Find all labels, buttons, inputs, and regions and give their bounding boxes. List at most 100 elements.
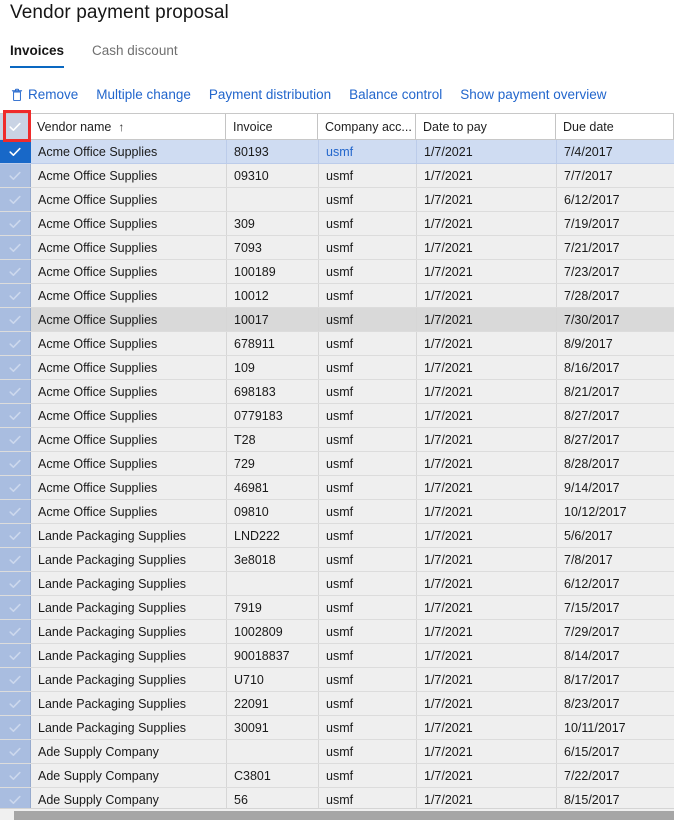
table-row[interactable]: Acme Office Supplies 7093 usmf 1/7/2021 7/21… xyxy=(0,236,674,260)
cell-due_date[interactable]: 8/14/2017 xyxy=(557,644,674,667)
cell-date_to_pay[interactable]: 1/7/2021 xyxy=(417,740,557,763)
cell-due_date[interactable]: 8/21/2017 xyxy=(557,380,674,403)
row-checkbox[interactable] xyxy=(0,692,31,715)
column-header-company_account[interactable]: Company acc... xyxy=(318,114,416,139)
row-checkbox[interactable] xyxy=(0,140,31,163)
table-row[interactable]: Lande Packaging Supplies 3e8018 usmf 1/7/20… xyxy=(0,548,674,572)
cell-due_date[interactable]: 5/6/2017 xyxy=(557,524,674,547)
cell-invoice[interactable]: 698183 xyxy=(227,380,319,403)
row-checkbox[interactable] xyxy=(0,764,31,787)
cell-vendor_name[interactable]: Lande Packaging Supplies xyxy=(31,572,227,595)
cell-date_to_pay[interactable]: 1/7/2021 xyxy=(417,692,557,715)
cell-due_date[interactable]: 6/15/2017 xyxy=(557,740,674,763)
cell-vendor_name[interactable]: Acme Office Supplies xyxy=(31,164,227,187)
cell-company_account[interactable]: usmf xyxy=(319,716,417,739)
cell-due_date[interactable]: 7/15/2017 xyxy=(557,596,674,619)
cell-due_date[interactable]: 7/23/2017 xyxy=(557,260,674,283)
command-balance-control[interactable]: Balance control xyxy=(349,86,442,104)
cell-due_date[interactable]: 8/27/2017 xyxy=(557,404,674,427)
table-row[interactable]: Acme Office Supplies 09810 usmf 1/7/2021 10/… xyxy=(0,500,674,524)
command-payment-distribution[interactable]: Payment distribution xyxy=(209,86,331,104)
horizontal-scrollbar-thumb[interactable] xyxy=(14,811,674,820)
cell-vendor_name[interactable]: Ade Supply Company xyxy=(31,764,227,787)
command-show-payment-overview[interactable]: Show payment overview xyxy=(460,86,606,104)
cell-invoice[interactable]: U710 xyxy=(227,668,319,691)
row-checkbox[interactable] xyxy=(0,620,31,643)
cell-company_account[interactable]: usmf xyxy=(319,284,417,307)
cell-due_date[interactable]: 10/11/2017 xyxy=(557,716,674,739)
cell-vendor_name[interactable]: Acme Office Supplies xyxy=(31,356,227,379)
table-row[interactable]: Acme Office Supplies 09310 usmf 1/7/2021 7/7… xyxy=(0,164,674,188)
cell-vendor_name[interactable]: Acme Office Supplies xyxy=(31,140,227,163)
table-row[interactable]: Acme Office Supplies 10017 usmf 1/7/2021 7/3… xyxy=(0,308,674,332)
cell-vendor_name[interactable]: Acme Office Supplies xyxy=(31,404,227,427)
command-multiple-change[interactable]: Multiple change xyxy=(96,86,191,104)
cell-company_account[interactable]: usmf xyxy=(319,548,417,571)
cell-company_account[interactable]: usmf xyxy=(319,308,417,331)
cell-date_to_pay[interactable]: 1/7/2021 xyxy=(417,404,557,427)
cell-date_to_pay[interactable]: 1/7/2021 xyxy=(417,452,557,475)
table-row[interactable]: Acme Office Supplies 46981 usmf 1/7/2021 9/1… xyxy=(0,476,674,500)
cell-due_date[interactable]: 10/12/2017 xyxy=(557,500,674,523)
cell-date_to_pay[interactable]: 1/7/2021 xyxy=(417,644,557,667)
cell-invoice[interactable]: 1002809 xyxy=(227,620,319,643)
cell-invoice[interactable]: C3801 xyxy=(227,764,319,787)
table-row[interactable]: Acme Office Supplies 100189 usmf 1/7/2021 7/… xyxy=(0,260,674,284)
table-row[interactable]: Acme Office Supplies 109 usmf 1/7/2021 8/16/… xyxy=(0,356,674,380)
table-row[interactable]: Lande Packaging Supplies 22091 usmf 1/7/202… xyxy=(0,692,674,716)
cell-vendor_name[interactable]: Acme Office Supplies xyxy=(31,332,227,355)
cell-vendor_name[interactable]: Lande Packaging Supplies xyxy=(31,548,227,571)
row-checkbox[interactable] xyxy=(0,188,31,211)
cell-invoice[interactable]: 100189 xyxy=(227,260,319,283)
row-checkbox[interactable] xyxy=(0,596,31,619)
cell-due_date[interactable]: 9/14/2017 xyxy=(557,476,674,499)
cell-company_account[interactable]: usmf xyxy=(319,212,417,235)
table-row[interactable]: Acme Office Supplies 10012 usmf 1/7/2021 7/2… xyxy=(0,284,674,308)
cell-date_to_pay[interactable]: 1/7/2021 xyxy=(417,596,557,619)
cell-due_date[interactable]: 7/22/2017 xyxy=(557,764,674,787)
cell-company_account[interactable]: usmf xyxy=(319,404,417,427)
cell-date_to_pay[interactable]: 1/7/2021 xyxy=(417,524,557,547)
cell-date_to_pay[interactable]: 1/7/2021 xyxy=(417,260,557,283)
cell-date_to_pay[interactable]: 1/7/2021 xyxy=(417,308,557,331)
cell-company_account[interactable]: usmf xyxy=(319,164,417,187)
cell-company_account[interactable]: usmf xyxy=(319,500,417,523)
table-row[interactable]: Lande Packaging Supplies 30091 usmf 1/7/202… xyxy=(0,716,674,740)
cell-invoice[interactable]: 7919 xyxy=(227,596,319,619)
cell-date_to_pay[interactable]: 1/7/2021 xyxy=(417,764,557,787)
cell-invoice[interactable]: 09310 xyxy=(227,164,319,187)
cell-vendor_name[interactable]: Acme Office Supplies xyxy=(31,500,227,523)
table-row[interactable]: Acme Office Supplies 698183 usmf 1/7/2021 8/… xyxy=(0,380,674,404)
cell-invoice[interactable]: 22091 xyxy=(227,692,319,715)
row-checkbox[interactable] xyxy=(0,524,31,547)
cell-date_to_pay[interactable]: 1/7/2021 xyxy=(417,500,557,523)
cell-vendor_name[interactable]: Acme Office Supplies xyxy=(31,476,227,499)
cell-company_account[interactable]: usmf xyxy=(319,236,417,259)
cell-company_account[interactable]: usmf xyxy=(319,476,417,499)
cell-invoice[interactable]: T28 xyxy=(227,428,319,451)
cell-vendor_name[interactable]: Lande Packaging Supplies xyxy=(31,692,227,715)
cell-company_account[interactable]: usmf xyxy=(319,740,417,763)
row-checkbox[interactable] xyxy=(0,212,31,235)
cell-vendor_name[interactable]: Lande Packaging Supplies xyxy=(31,524,227,547)
command-remove[interactable]: Remove xyxy=(10,86,78,104)
cell-date_to_pay[interactable]: 1/7/2021 xyxy=(417,212,557,235)
cell-date_to_pay[interactable]: 1/7/2021 xyxy=(417,164,557,187)
column-header-invoice[interactable]: Invoice xyxy=(226,114,318,139)
cell-company_account[interactable]: usmf xyxy=(319,764,417,787)
cell-company_account[interactable]: usmf xyxy=(319,668,417,691)
row-checkbox[interactable] xyxy=(0,668,31,691)
row-checkbox[interactable] xyxy=(0,260,31,283)
table-row[interactable]: Lande Packaging Supplies usmf 1/7/2021 6/12… xyxy=(0,572,674,596)
cell-company_account[interactable]: usmf xyxy=(319,188,417,211)
row-checkbox[interactable] xyxy=(0,428,31,451)
cell-due_date[interactable]: 8/9/2017 xyxy=(557,332,674,355)
cell-due_date[interactable]: 6/12/2017 xyxy=(557,188,674,211)
table-row[interactable]: Lande Packaging Supplies U710 usmf 1/7/2021… xyxy=(0,668,674,692)
cell-invoice[interactable]: LND222 xyxy=(227,524,319,547)
table-row[interactable]: Acme Office Supplies 729 usmf 1/7/2021 8/28/… xyxy=(0,452,674,476)
cell-company_account[interactable]: usmf xyxy=(319,452,417,475)
cell-date_to_pay[interactable]: 1/7/2021 xyxy=(417,236,557,259)
cell-date_to_pay[interactable]: 1/7/2021 xyxy=(417,428,557,451)
column-header-due_date[interactable]: Due date xyxy=(556,114,674,139)
